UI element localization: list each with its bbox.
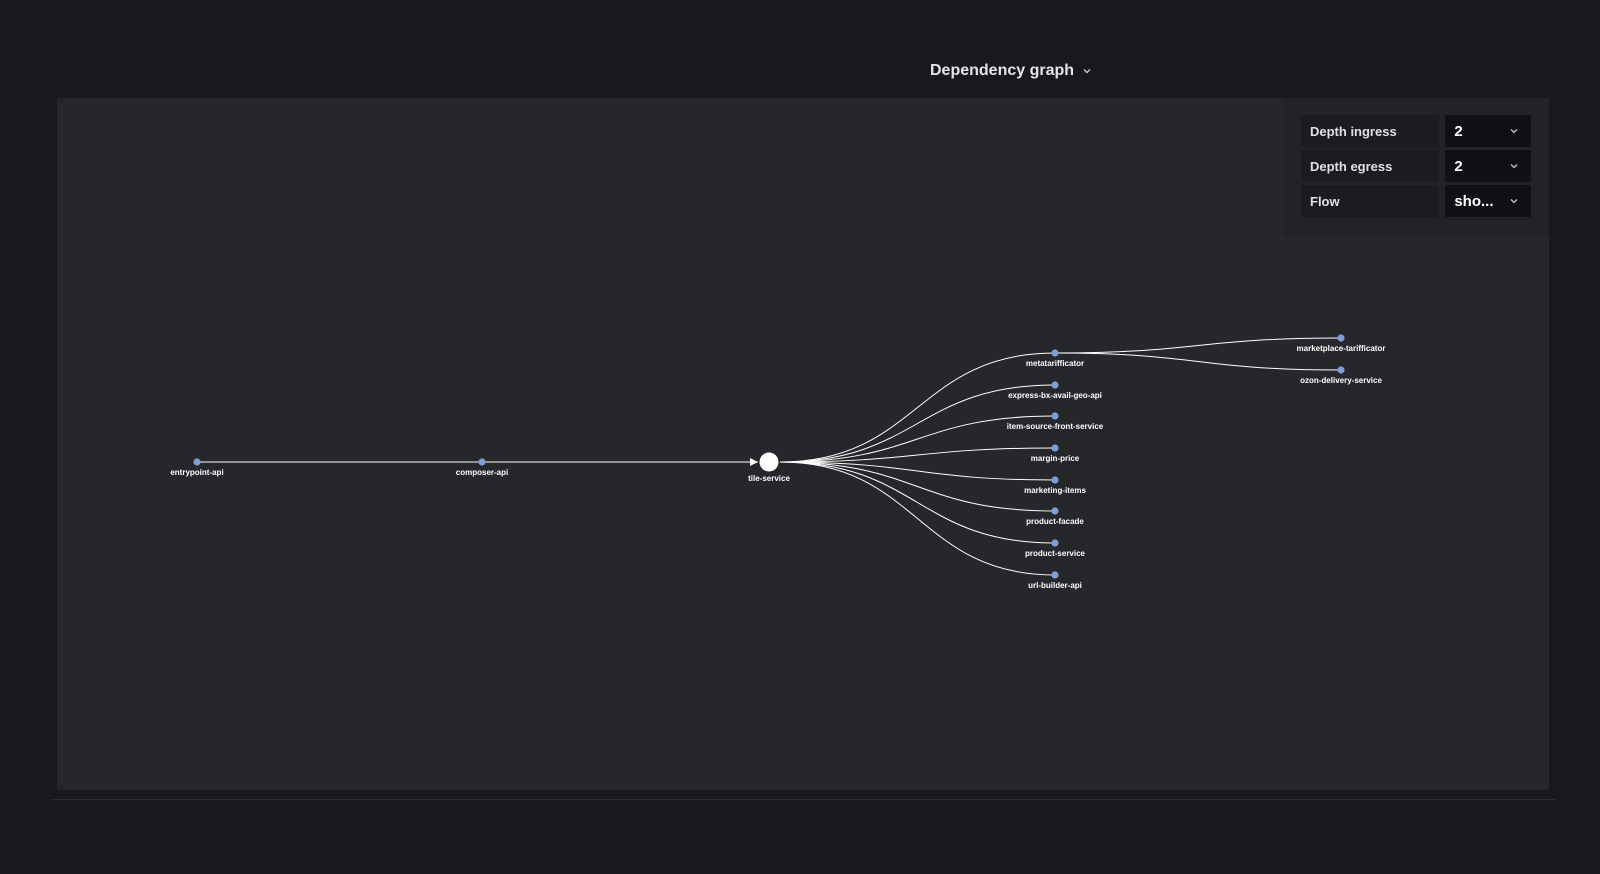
graph-edge-tile-service-to-metatarifficator: [779, 352, 1056, 463]
graph-node-label: product-service: [1025, 549, 1086, 558]
graph-node-composer-api[interactable]: composer-api: [456, 458, 508, 477]
graph-node-circle[interactable]: [193, 458, 201, 466]
graph-node-label: express-bx-avail-geo-api: [1008, 391, 1102, 400]
graph-node-item-source-front-service[interactable]: item-source-front-service: [1007, 412, 1104, 431]
graph-node-label: ozon-delivery-service: [1300, 376, 1382, 385]
control-flow: Flow sho...: [1301, 185, 1531, 217]
flow-value: sho...: [1454, 192, 1494, 210]
dashboard-page: Dependency graph entrypoint-api composer-…: [0, 0, 1600, 874]
graph-node-label: marketing-items: [1024, 486, 1086, 495]
graph-node-circle[interactable]: [1337, 334, 1345, 342]
graph-node-label: url-builder-api: [1028, 581, 1082, 590]
depth-egress-select[interactable]: 2: [1445, 150, 1531, 182]
graph-node-circle[interactable]: [1051, 444, 1059, 452]
graph-node-marketplace-tarifficator[interactable]: marketplace-tarifficator: [1297, 334, 1386, 353]
chevron-down-icon: [1082, 66, 1092, 76]
graph-node-circle[interactable]: [1337, 366, 1345, 374]
graph-node-ozon-delivery-service[interactable]: ozon-delivery-service: [1300, 366, 1382, 385]
graph-edge-metatarifficator-to-ozon-delivery-service: [1054, 352, 1342, 371]
depth-ingress-value: 2: [1454, 122, 1463, 140]
dependency-graph-panel: entrypoint-api composer-api tile-service me…: [57, 98, 1549, 790]
chevron-down-icon: [1509, 161, 1519, 171]
panel-title-menu[interactable]: Dependency graph: [930, 58, 1092, 84]
flow-label: Flow: [1301, 185, 1440, 217]
graph-node-marketing-items[interactable]: marketing-items: [1024, 476, 1086, 495]
control-depth-egress: Depth egress 2: [1301, 150, 1531, 182]
chevron-down-icon: [1509, 196, 1519, 206]
graph-node-entrypoint-api[interactable]: entrypoint-api: [170, 458, 224, 477]
divider: [50, 799, 1556, 800]
graph-node-label: item-source-front-service: [1007, 422, 1104, 431]
graph-controls: Depth ingress 2 Depth egress 2 Flow sho.…: [1284, 98, 1549, 236]
chevron-down-icon: [1509, 126, 1519, 136]
graph-node-label: tile-service: [748, 474, 790, 483]
graph-node-circle[interactable]: [478, 458, 486, 466]
graph-node-circle[interactable]: [1051, 571, 1059, 579]
depth-ingress-select[interactable]: 2: [1445, 115, 1531, 147]
depth-egress-label: Depth egress: [1301, 150, 1440, 182]
graph-node-label: product-facade: [1026, 517, 1084, 526]
graph-node-circle[interactable]: [1051, 381, 1059, 389]
graph-edge-tile-service-to-product-facade: [779, 461, 1056, 512]
graph-node-circle[interactable]: [1051, 412, 1059, 420]
graph-node-margin-price[interactable]: margin-price: [1031, 444, 1080, 463]
graph-node-circle[interactable]: [1051, 476, 1059, 484]
control-depth-ingress: Depth ingress 2: [1301, 115, 1531, 147]
graph-node-tile-service[interactable]: tile-service: [748, 452, 790, 484]
graph-node-metatarifficator[interactable]: metatarifficator: [1026, 349, 1084, 368]
graph-node-circle[interactable]: [1051, 539, 1059, 547]
graph-node-circle[interactable]: [759, 452, 779, 472]
graph-node-circle[interactable]: [1051, 349, 1059, 357]
graph-edge-tile-service-to-product-service: [779, 461, 1056, 544]
graph-node-label: composer-api: [456, 468, 508, 477]
graph-node-label: margin-price: [1031, 454, 1080, 463]
graph-node-express-bx-avail-geo-api[interactable]: express-bx-avail-geo-api: [1008, 381, 1102, 400]
panel-title: Dependency graph: [930, 62, 1075, 79]
depth-egress-value: 2: [1454, 157, 1463, 175]
graph-node-label: metatarifficator: [1026, 359, 1084, 368]
graph-node-label: entrypoint-api: [170, 468, 223, 477]
flow-select[interactable]: sho...: [1445, 185, 1531, 217]
graph-node-circle[interactable]: [1051, 507, 1059, 515]
graph-node-label: marketplace-tarifficator: [1297, 344, 1386, 353]
depth-ingress-label: Depth ingress: [1301, 115, 1440, 147]
